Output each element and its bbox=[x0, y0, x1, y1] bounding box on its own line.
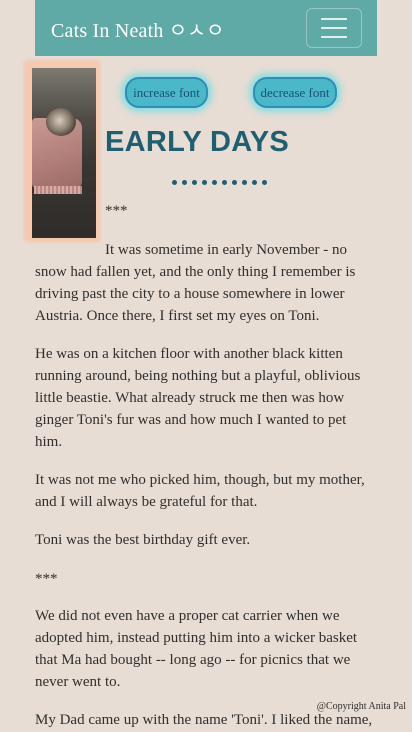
cat-shape bbox=[46, 108, 76, 136]
divider-dot bbox=[252, 180, 257, 185]
divider-dot bbox=[192, 180, 197, 185]
hamburger-menu-icon bbox=[321, 18, 347, 20]
divider-dot bbox=[202, 180, 207, 185]
article-paragraph: It was sometime in early November - no s… bbox=[35, 242, 356, 324]
brand-link[interactable]: Cats In Neath ㅇㅅㅇ bbox=[51, 14, 225, 43]
divider-dot bbox=[232, 180, 237, 185]
article-paragraph: We did not even have a proper cat carrie… bbox=[35, 608, 358, 690]
menu-toggle-button[interactable] bbox=[306, 8, 362, 48]
article-paragraph: It was not me who picked him, though, bu… bbox=[35, 472, 365, 510]
navbar: Cats In Neath ㅇㅅㅇ bbox=[35, 0, 377, 56]
copyright-notice: @Copyright Anita Pal bbox=[316, 701, 406, 712]
page-title: EARLY DAYS bbox=[105, 126, 290, 158]
divider-dot bbox=[212, 180, 217, 185]
divider-dot bbox=[242, 180, 247, 185]
article-paragraph: My Dad came up with the name 'Toni'. I l… bbox=[35, 712, 373, 728]
divider-dot bbox=[172, 180, 177, 185]
hamburger-line bbox=[321, 36, 347, 38]
cat-photo bbox=[32, 68, 96, 238]
section-separator: *** bbox=[35, 571, 58, 587]
increase-font-button[interactable]: increase font bbox=[125, 77, 208, 108]
decrease-font-button[interactable]: decrease font bbox=[253, 77, 337, 108]
divider-dot bbox=[222, 180, 227, 185]
article-paragraph: He was on a kitchen floor with another b… bbox=[35, 346, 361, 450]
title-dots-divider bbox=[172, 180, 267, 185]
divider-dot bbox=[262, 180, 267, 185]
pillow-fringe bbox=[34, 186, 82, 194]
section-separator: *** bbox=[105, 203, 128, 219]
hamburger-line bbox=[321, 27, 347, 29]
divider-dot bbox=[182, 180, 187, 185]
cat-photo-frame bbox=[25, 61, 99, 241]
article-paragraph: Toni was the best birthday gift ever. bbox=[35, 532, 251, 548]
